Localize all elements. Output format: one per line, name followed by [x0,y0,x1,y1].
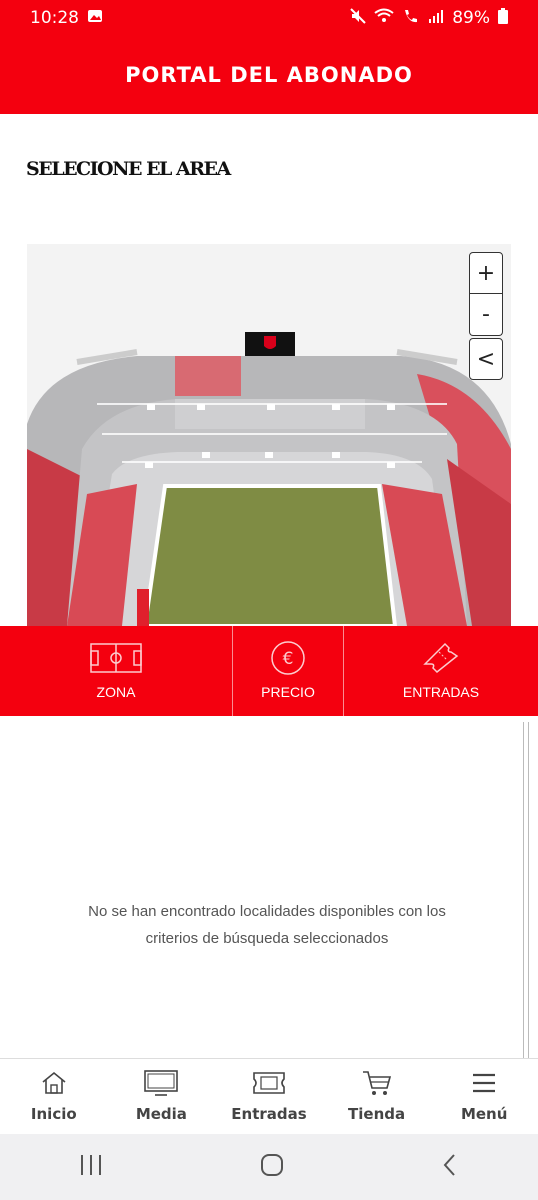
tab-entradas-label: ENTRADAS [402,684,480,700]
svg-text:€: € [283,649,294,669]
cart-icon [361,1069,393,1097]
filter-bar: ZONA € PRECIO ENTRADAS [0,626,538,716]
image-icon [87,8,103,28]
wifi-icon [374,8,394,29]
system-nav-bar [0,1134,538,1200]
tab-zona-label: ZONA [96,684,136,700]
tv-icon [143,1069,179,1097]
nav-menu-label: Menú [460,1105,508,1123]
euro-icon: € [270,640,306,676]
tab-entradas[interactable]: ENTRADAS [344,626,538,716]
section-title: SELECIONE EL AREA [26,158,231,180]
home-circle-icon[interactable] [259,1152,285,1183]
signal-icon [428,8,444,29]
football-pitch [145,486,395,626]
app-header: PORTAL DEL ABONADO [0,36,538,114]
tab-zona[interactable]: ZONA [0,626,233,716]
empty-message-line-1: No se han encontrado localidades disponi… [88,903,446,920]
back-icon[interactable] [440,1152,460,1183]
home-icon [40,1069,68,1097]
nav-tienda-label: Tienda [348,1105,406,1123]
status-bar: 10:28 89% [0,0,538,36]
nav-inicio-label: Inicio [30,1105,77,1123]
field-icon [90,640,142,676]
stadium-map[interactable] [27,244,511,626]
ticket-icon [252,1069,286,1097]
tab-precio[interactable]: € PRECIO [233,626,344,716]
recents-icon[interactable] [78,1153,104,1182]
mute-icon [350,7,366,29]
status-time: 10:28 [30,8,79,28]
results-panel: No se han encontrado localidades disponi… [0,716,538,1058]
results-scrollbar[interactable] [523,722,529,1058]
nav-tienda[interactable]: Tienda [323,1059,431,1135]
battery-icon [498,7,508,29]
empty-results-message: No se han encontrado localidades disponi… [60,898,474,952]
battery-level: 89% [452,8,490,28]
bottom-nav: Inicio Media Entradas Tienda Menú [0,1058,538,1135]
nav-entradas[interactable]: Entradas [215,1059,323,1135]
call-icon [402,8,420,29]
menu-icon [471,1069,497,1097]
nav-menu[interactable]: Menú [430,1059,538,1135]
zoom-out-button[interactable]: - [469,294,503,336]
page-title: PORTAL DEL ABONADO [125,63,413,87]
nav-media-label: Media [135,1105,187,1123]
nav-inicio[interactable]: Inicio [0,1059,108,1135]
ticket-icon [421,640,461,676]
nav-media[interactable]: Media [108,1059,216,1135]
empty-message-line-2: criterios de búsqueda seleccionados [145,930,389,947]
nav-entradas-label: Entradas [231,1105,307,1123]
zoom-in-button[interactable]: + [469,252,503,294]
tab-precio-label: PRECIO [261,684,315,700]
map-back-button[interactable]: < [469,338,503,380]
